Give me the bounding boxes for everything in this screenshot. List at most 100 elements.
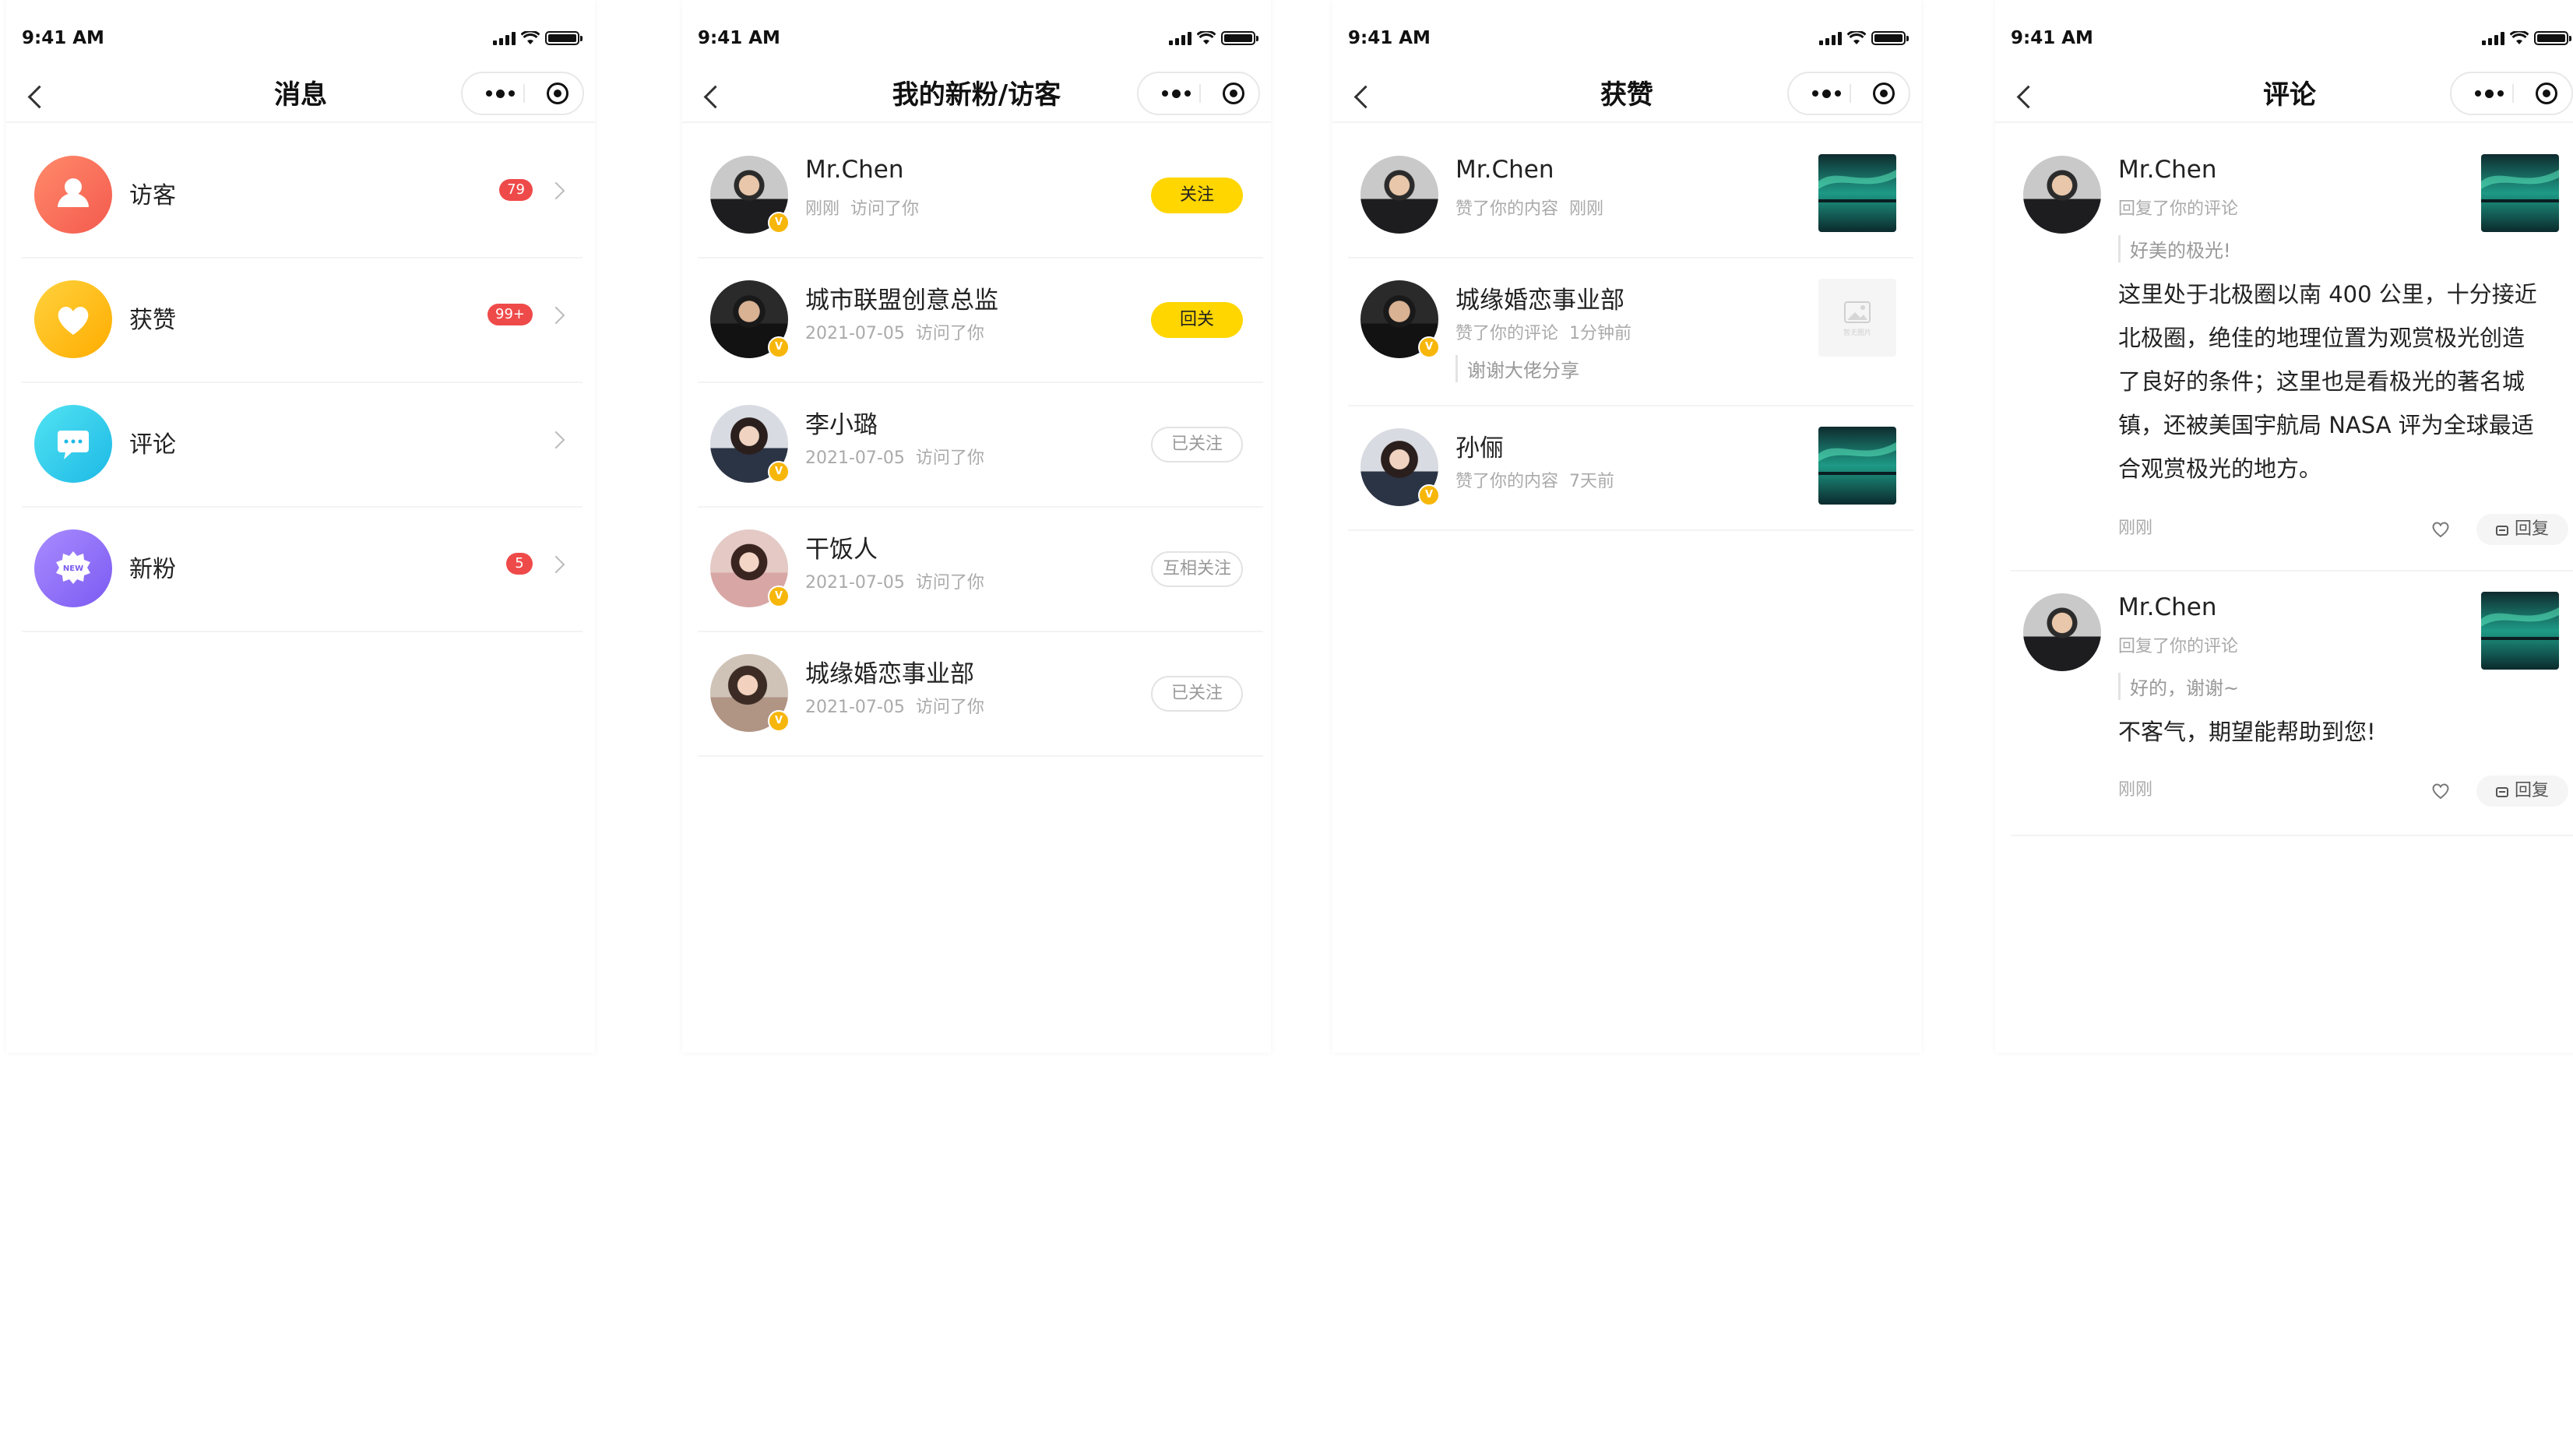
verified-icon: V [768,336,790,358]
unread-badge: 79 [499,179,533,201]
follow-back-button[interactable]: 回关 [1151,302,1243,338]
close-target-icon[interactable] [1873,83,1895,104]
avatar[interactable] [2023,156,2101,234]
more-dots-icon[interactable] [1154,73,1198,114]
heart-icon[interactable] [2430,780,2452,802]
menu-item-comments[interactable]: 评论 [22,382,583,508]
mini-program-capsule [1137,72,1260,115]
visit-action: 访问了你 [915,324,984,343]
list-item[interactable]: V 孙俪 赞了你的内容 7天前 [1348,405,1913,531]
list-item[interactable]: V Mr.Chen 刚刚 访问了你 关注 [698,132,1263,258]
verified-icon: V [768,212,790,234]
user-name: Mr.Chen [805,156,904,184]
avatar[interactable] [1360,156,1438,234]
close-target-icon[interactable] [1223,83,1244,104]
menu-item-likes[interactable]: 获赞 99+ [22,257,583,383]
comment-action: 回复了你的评论 [2118,199,2239,219]
status-bar: 9:41 AM [1995,23,2573,59]
wifi-icon [1847,31,1866,44]
nav-bar: 我的新粉/访客 [682,70,1271,123]
svg-text:暂无图片: 暂无图片 [1843,328,1871,337]
verified-icon: V [768,586,790,607]
mini-program-capsule [1787,72,1910,115]
quoted-comment: 好美的极光! [2118,235,2231,262]
visit-action: 访问了你 [915,448,984,468]
battery-icon [1221,31,1258,45]
menu-item-visitors[interactable]: 访客 79 [22,132,583,258]
list-item[interactable]: V 李小璐 2021-07-05 访问了你 已关注 [698,382,1263,508]
avatar[interactable]: V [710,280,790,358]
like-time: 7天前 [1569,472,1615,491]
status-bar: 9:41 AM [1332,23,1921,59]
like-time: 1分钟前 [1569,324,1632,343]
list-item[interactable]: V 城缘婚恋事业部 赞了你的评论 1分钟前 谢谢大佬分享 暂无图片 [1348,257,1913,406]
wifi-icon [521,31,540,44]
comment-action: 回复了你的评论 [2118,637,2239,656]
content-thumbnail[interactable] [1818,154,1896,232]
quoted-comment: 好的，谢谢~ [2118,673,2239,700]
list-item[interactable]: V 城缘婚恋事业部 2021-07-05 访问了你 已关注 [698,631,1263,757]
status-time: 9:41 AM [698,28,780,48]
mutual-follow-button[interactable]: 互相关注 [1151,551,1243,587]
avatar[interactable]: V [710,405,790,483]
empty-image-placeholder: 暂无图片 [1818,279,1896,357]
status-time: 9:41 AM [2011,28,2093,48]
reply-icon [2495,526,2508,536]
user-name: 城市联盟创意总监 [805,287,998,315]
unread-badge: 99+ [487,304,533,325]
wifi-icon [1197,31,1216,44]
likes-screen: 9:41 AM 获赞 Mr.Chen 赞了你的内容 刚刚 V 城缘婚恋事业部 赞… [1332,0,1921,1053]
visit-date: 2021-07-05 [805,448,905,468]
content-thumbnail[interactable] [2481,592,2559,670]
list-item[interactable]: V 城市联盟创意总监 2021-07-05 访问了你 回关 [698,257,1263,383]
avatar[interactable]: V [710,529,790,607]
nav-bar: 获赞 [1332,70,1921,123]
more-dots-icon[interactable] [2467,73,2511,114]
comment-item: Mr.Chen 回复了你的评论 好美的极光! 这里处于北极圈以南 400 公里，… [2011,132,2573,571]
signal-icon [1819,31,1842,45]
followed-button[interactable]: 已关注 [1151,676,1243,712]
more-dots-icon[interactable] [1804,73,1848,114]
status-bar: 9:41 AM [682,23,1271,59]
comment-line: 北极圈，绝佳的地理位置为观赏极光创造 [2118,325,2525,351]
avatar[interactable]: V [1360,280,1440,358]
reply-button[interactable]: 回复 [2476,514,2568,545]
list-item[interactable]: V 干饭人 2021-07-05 访问了你 互相关注 [698,506,1263,632]
person-icon [34,156,112,234]
new-badge-icon: NEW [34,529,112,607]
comment-line: 了良好的条件；这里也是看极光的著名城 [2118,368,2525,395]
menu-item-new-fans[interactable]: NEW 新粉 5 [22,506,583,632]
user-name: Mr.Chen [1455,156,1554,184]
content-thumbnail[interactable] [2481,154,2559,232]
content-thumbnail[interactable] [1818,427,1896,505]
verified-icon: V [1418,484,1440,506]
close-target-icon[interactable] [2536,83,2557,104]
chevron-right-icon [547,431,565,449]
followed-button[interactable]: 已关注 [1151,427,1243,462]
avatar[interactable]: V [710,654,790,732]
visit-date: 2021-07-05 [805,698,905,717]
more-dots-icon[interactable] [478,73,522,114]
verified-icon: V [1418,336,1440,358]
verified-icon: V [768,461,790,483]
comment-item: Mr.Chen 回复了你的评论 好的，谢谢~ 不客气，期望能帮助到您! 刚刚 回… [2011,570,2573,836]
comment-body: 这里处于北极圈以南 400 公里，十分接近 北极圈，绝佳的地理位置为观赏极光创造… [2118,273,2561,491]
avatar[interactable]: V [1360,428,1440,506]
battery-icon [545,31,583,45]
avatar[interactable] [2023,593,2101,671]
heart-icon[interactable] [2430,519,2452,540]
heart-icon [34,280,112,358]
menu-label: 访客 [129,182,176,209]
chevron-right-icon [547,181,565,200]
reply-button[interactable]: 回复 [2476,775,2568,807]
like-action: 赞了你的内容 [1455,199,1559,219]
signal-icon [1169,31,1191,45]
avatar[interactable]: V [710,156,790,234]
list-item[interactable]: Mr.Chen 赞了你的内容 刚刚 [1348,132,1913,258]
close-target-icon[interactable] [547,83,568,104]
visit-date: 2021-07-05 [805,573,905,593]
svg-text:NEW: NEW [63,564,83,573]
comment-time: 刚刚 [2118,519,2153,538]
unread-badge: 5 [506,553,533,575]
follow-button[interactable]: 关注 [1151,178,1243,213]
